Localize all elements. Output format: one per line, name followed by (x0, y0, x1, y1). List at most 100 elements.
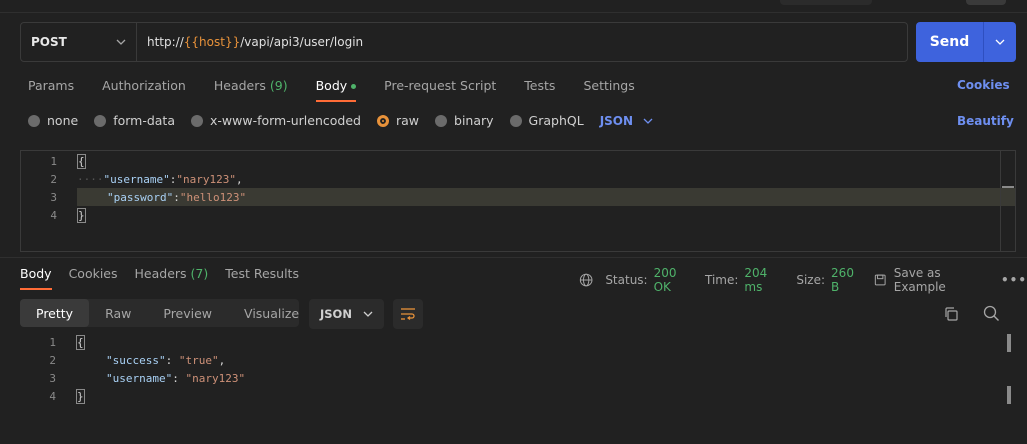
time-label: Time: (704, 273, 739, 287)
radio-circle-icon (435, 114, 448, 127)
top-divider (0, 12, 1027, 13)
radio-circle-icon (509, 114, 522, 127)
search-button[interactable] (983, 305, 1000, 325)
chevron-down-icon (995, 39, 1005, 45)
response-status-bar: Status: 200 OK Time: 204 ms Size: 260 B Sav… (579, 266, 1027, 294)
open-brace: { (76, 335, 85, 350)
url-input[interactable]: http://{{host}}/vapi/api3/user/login (137, 35, 363, 49)
send-button[interactable]: Send (916, 22, 1016, 62)
scrollbar-marker[interactable] (1007, 334, 1011, 352)
line-number: 3 (50, 191, 57, 204)
view-mode-segmented-control: Pretty Raw Preview Visualize (20, 299, 299, 327)
indent-guide: ···· (77, 173, 104, 186)
cookies-link[interactable]: Cookies (957, 78, 1010, 92)
beautify-link[interactable]: Beautify (957, 114, 1014, 128)
tab-label: Params (28, 78, 75, 93)
tab-tests[interactable]: Tests (524, 78, 555, 102)
tab-response-headers[interactable]: Headers (7) (135, 266, 209, 290)
code-line: ····"username":"nary123", (77, 173, 243, 186)
radio-raw[interactable]: raw (376, 113, 419, 128)
response-format-select[interactable]: JSON (309, 299, 384, 329)
body-format-label: JSON (599, 113, 634, 128)
method-select[interactable]: POST (21, 23, 137, 61)
json-value: "nary123" (176, 173, 236, 186)
copy-button[interactable] (943, 306, 959, 325)
tab-params[interactable]: Params (28, 78, 74, 102)
tab-label: Tests (524, 78, 556, 93)
colon: : (165, 354, 179, 367)
radio-binary[interactable]: binary (435, 113, 494, 128)
code-line: "success": "true", (106, 354, 225, 367)
tab-test-results[interactable]: Test Results (225, 266, 299, 290)
json-key: "password" (107, 191, 174, 204)
tab-count: (7) (190, 266, 209, 281)
url-suffix: /vapi/api3/user/login (240, 35, 364, 49)
radio-x-www-form-urlencoded[interactable]: x-www-form-urlencoded (191, 113, 361, 128)
radio-label: GraphQL (528, 113, 584, 128)
scrollbar-marker[interactable] (1007, 386, 1011, 404)
tab-response-cookies[interactable]: Cookies (69, 266, 118, 290)
json-value: "hello123" (179, 191, 247, 204)
tab-label: Settings (583, 78, 635, 93)
editor-scrollbar-track (1000, 151, 1001, 251)
line-number: 4 (49, 390, 56, 403)
status-label: Status: (605, 273, 648, 287)
method-label: POST (31, 35, 67, 49)
line-number: 1 (49, 336, 56, 349)
view-mode-visualize[interactable]: Visualize (228, 299, 315, 327)
tab-count: (9) (269, 78, 288, 93)
request-body-editor[interactable]: 1 2 3 4 { ····"username":"nary123", "pas… (20, 150, 1016, 252)
radio-circle-icon (94, 114, 107, 127)
tab-label: Pre-request Script (384, 78, 497, 93)
tab-pre-request-script[interactable]: Pre-request Script (384, 78, 496, 102)
view-mode-preview[interactable]: Preview (147, 299, 228, 327)
url-variable: {{host}} (183, 35, 241, 49)
status-value: 200 OK (653, 266, 677, 294)
tab-label: Headers (213, 78, 266, 93)
close-brace: } (77, 208, 86, 223)
tab-label: Headers (134, 266, 187, 281)
tab-settings[interactable]: Settings (583, 78, 634, 102)
body-format-select[interactable]: JSON (600, 114, 653, 128)
send-options-button[interactable] (984, 39, 1016, 45)
colon: : (172, 372, 186, 385)
line-number: 4 (50, 209, 57, 222)
radio-label: binary (454, 113, 494, 128)
radio-form-data[interactable]: form-data (94, 113, 175, 128)
tab-authorization[interactable]: Authorization (102, 78, 186, 102)
modified-dot-icon (351, 84, 357, 89)
pane-divider[interactable] (0, 257, 1027, 258)
comma: , (235, 173, 243, 186)
wrap-lines-button[interactable] (393, 299, 423, 329)
tab-response-body[interactable]: Body (20, 266, 52, 290)
view-mode-raw[interactable]: Raw (89, 299, 147, 327)
radio-circle-icon (28, 114, 40, 127)
json-value: "true" (178, 354, 219, 367)
code-line: "password":"hello123" (107, 191, 246, 204)
tab-label: Body (315, 78, 348, 93)
radio-label: form-data (113, 113, 175, 128)
radio-none[interactable]: none (28, 113, 78, 128)
more-options-icon[interactable]: ••• (1001, 273, 1027, 287)
tab-headers[interactable]: Headers (9) (214, 78, 288, 102)
request-tabs: Params Authorization Headers (9) Body Pr… (28, 78, 663, 102)
radio-graphql[interactable]: GraphQL (509, 113, 584, 128)
top-toolbar-fragment (966, 0, 1006, 5)
save-icon (875, 274, 886, 286)
search-icon (983, 305, 999, 321)
json-key: "username" (103, 173, 170, 186)
top-toolbar-fragment (780, 0, 872, 5)
editor-scrollbar-marker[interactable] (1002, 186, 1014, 188)
save-as-example-button[interactable]: Save as Example (874, 266, 985, 294)
globe-icon[interactable] (579, 272, 593, 288)
view-mode-pretty[interactable]: Pretty (20, 299, 90, 327)
colon: : (173, 191, 180, 204)
radio-circle-icon (191, 114, 203, 127)
tab-body[interactable]: Body (315, 78, 357, 102)
response-body-viewer[interactable]: 1 2 3 4 { "success": "true", "username":… (20, 334, 1016, 414)
url-prefix: http:// (147, 35, 184, 49)
close-brace: } (76, 389, 85, 404)
radio-label: none (47, 113, 79, 128)
response-format-label: JSON (320, 307, 352, 321)
comma: , (218, 354, 226, 367)
